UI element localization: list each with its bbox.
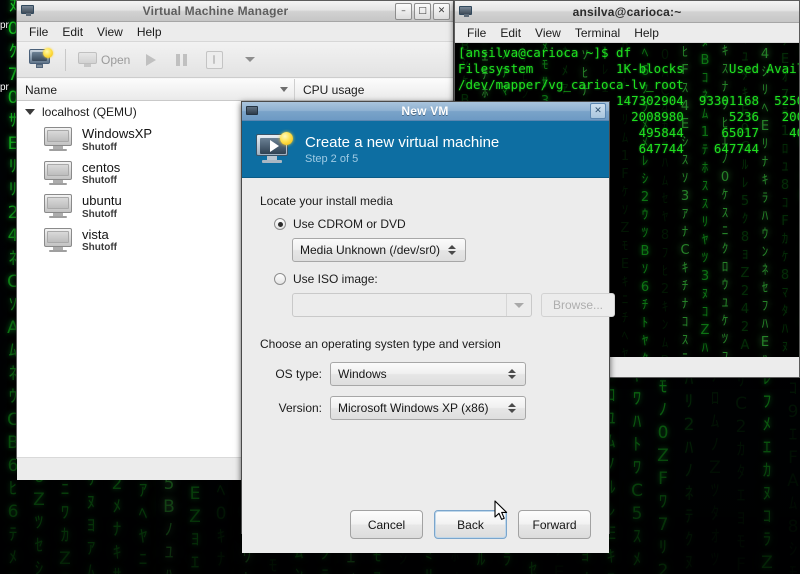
vm-name: vista	[82, 227, 117, 243]
vmm-title: Virtual Machine Manager	[36, 4, 395, 18]
vm-name: WindowsXP	[82, 126, 152, 142]
cdrom-device-value: Media Unknown (/dev/sr0)	[300, 243, 443, 257]
vmm-menubar[interactable]: File Edit View Help	[17, 22, 453, 42]
os-type-row: OS type: Windows	[260, 362, 591, 386]
vm-name: centos	[82, 160, 120, 176]
close-icon[interactable]: ✕	[590, 103, 606, 119]
menu-file[interactable]: File	[22, 23, 55, 41]
os-version-row: Version: Microsoft Windows XP (x86)	[260, 396, 591, 420]
create-vm-icon	[256, 134, 292, 165]
menu-view[interactable]: View	[90, 23, 130, 41]
cdrom-radio-row[interactable]: Use CDROM or DVD	[260, 217, 591, 231]
desktop-icon-label[interactable]: pr	[0, 20, 14, 31]
new-vm-body: Locate your install media Use CDROM or D…	[242, 178, 609, 496]
os-section-label: Choose an operating systen type and vers…	[260, 337, 591, 351]
cdrom-radio-label: Use CDROM or DVD	[293, 217, 406, 231]
back-button[interactable]: Back	[434, 510, 507, 539]
new-vm-footer: Cancel Back Forward	[242, 496, 609, 553]
browse-button[interactable]: Browse...	[541, 293, 615, 317]
install-media-section-label: Locate your install media	[260, 194, 591, 208]
iso-path-combo[interactable]	[292, 293, 532, 317]
forward-button[interactable]: Forward	[518, 510, 591, 539]
spin-arrows-icon[interactable]	[503, 403, 521, 413]
new-vm-header-banner: Create a new virtual machine Step 2 of 5	[242, 121, 609, 178]
vm-list-column-headers[interactable]: Name CPU usage	[17, 78, 453, 101]
menu-help[interactable]: Help	[130, 23, 169, 41]
iso-radio-label: Use ISO image:	[293, 272, 378, 286]
column-header-name-label: Name	[25, 83, 57, 97]
os-type-value: Windows	[338, 367, 503, 381]
open-label: Open	[101, 53, 130, 67]
terminal-app-icon	[458, 5, 474, 19]
vm-monitor-icon	[43, 161, 73, 186]
shutdown-icon	[206, 51, 223, 69]
terminal-menu-file[interactable]: File	[460, 24, 493, 42]
host-connection-label: localhost (QEMU)	[42, 105, 137, 119]
shutdown-menu-button[interactable]	[233, 54, 267, 65]
chevron-down-icon[interactable]	[506, 294, 531, 316]
disclosure-triangle-icon[interactable]	[25, 109, 35, 115]
terminal-menu-edit[interactable]: Edit	[493, 24, 528, 42]
vm-state: Shutoff	[82, 175, 120, 187]
open-button[interactable]: Open	[73, 49, 135, 71]
pause-icon	[176, 54, 187, 66]
play-icon	[146, 54, 156, 66]
vm-name: ubuntu	[82, 193, 122, 209]
sort-caret-icon[interactable]	[280, 87, 288, 92]
minimize-button[interactable]: –	[395, 3, 412, 20]
cdrom-device-select[interactable]: Media Unknown (/dev/sr0)	[292, 238, 466, 262]
terminal-titlebar[interactable]: ansilva@carioca:~	[455, 1, 799, 23]
os-type-select[interactable]: Windows	[330, 362, 526, 386]
pause-button[interactable]	[167, 51, 196, 69]
vmm-titlebar[interactable]: Virtual Machine Manager – □ ✕	[17, 1, 453, 22]
vm-state: Shutoff	[82, 142, 152, 154]
close-button[interactable]: ✕	[433, 3, 450, 20]
vm-state: Shutoff	[82, 209, 122, 221]
cancel-button[interactable]: Cancel	[350, 510, 423, 539]
toolbar-separator	[65, 49, 66, 71]
new-vm-titlebar[interactable]: New VM ✕	[242, 102, 609, 121]
new-vm-button[interactable]	[24, 46, 58, 73]
new-vm-icon	[29, 49, 53, 70]
vm-monitor-icon	[43, 127, 73, 152]
monitor-icon	[78, 52, 97, 68]
column-header-cpu[interactable]: CPU usage	[295, 83, 453, 97]
terminal-menubar[interactable]: File Edit View Terminal Help	[455, 23, 799, 43]
os-version-label: Version:	[260, 401, 322, 415]
column-header-name[interactable]: Name	[17, 79, 295, 100]
vm-monitor-icon	[43, 194, 73, 219]
vm-monitor-icon	[43, 228, 73, 253]
terminal-menu-help[interactable]: Help	[627, 24, 666, 42]
new-vm-dialog-icon	[245, 105, 260, 118]
os-version-value: Microsoft Windows XP (x86)	[338, 401, 503, 415]
vm-state: Shutoff	[82, 242, 117, 254]
vmm-app-icon	[20, 4, 36, 18]
terminal-menu-terminal[interactable]: Terminal	[568, 24, 627, 42]
vmm-window-controls[interactable]: – □ ✕	[395, 3, 450, 20]
os-type-label: OS type:	[260, 367, 322, 381]
new-vm-dialog[interactable]: New VM ✕ Create a new virtual machine St…	[241, 101, 610, 534]
iso-radio[interactable]	[274, 273, 286, 285]
vmm-toolbar[interactable]: Open	[17, 42, 453, 78]
run-button[interactable]	[137, 51, 165, 69]
shutdown-button[interactable]	[198, 48, 231, 72]
menu-edit[interactable]: Edit	[55, 23, 90, 41]
terminal-menu-view[interactable]: View	[528, 24, 568, 42]
chevron-down-icon	[245, 57, 255, 62]
spin-arrows-icon[interactable]	[503, 369, 521, 379]
terminal-title: ansilva@carioca:~	[474, 5, 780, 19]
new-vm-step-indicator: Step 2 of 5	[305, 153, 499, 165]
iso-radio-row[interactable]: Use ISO image:	[260, 272, 591, 286]
spin-arrows-icon[interactable]	[443, 245, 461, 255]
maximize-button[interactable]: □	[414, 3, 431, 20]
desktop: ﾁ ﾇ 0 ｸ 7 0 ｻ E ﾘ ﾘ 2 4 ﾈ C ｿ A ﾑ ﾈ ｳ C …	[0, 0, 800, 574]
new-vm-dialog-title: New VM	[260, 104, 590, 118]
new-vm-header-title: Create a new virtual machine	[305, 134, 499, 151]
desktop-icon-label[interactable]: pr	[0, 82, 14, 93]
os-version-select[interactable]: Microsoft Windows XP (x86)	[330, 396, 526, 420]
cdrom-radio[interactable]	[274, 218, 286, 230]
